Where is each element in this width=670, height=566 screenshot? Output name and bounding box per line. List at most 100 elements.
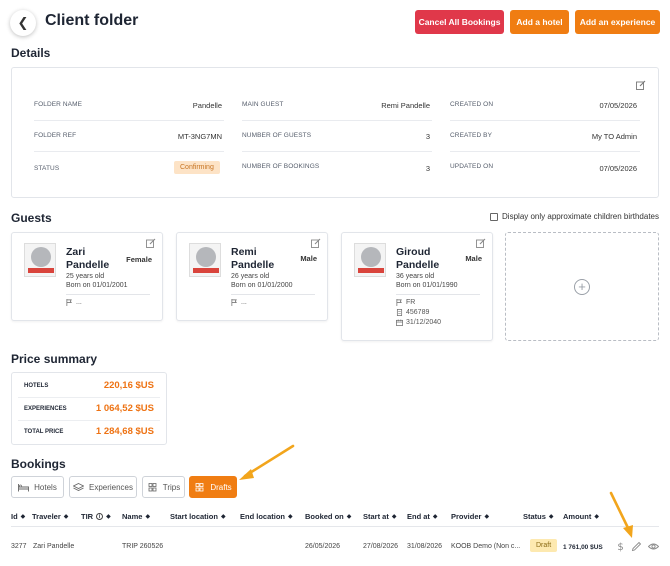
sort-icon[interactable]: ◆: [21, 513, 26, 520]
edit-details-icon[interactable]: [636, 80, 646, 90]
edit-guest-icon[interactable]: [476, 238, 486, 248]
price-summary-title: Price summary: [11, 352, 98, 366]
chevron-left-icon: ❮: [17, 15, 29, 30]
cell-amount: 1 761,00 $US: [563, 544, 603, 551]
cell-start-at: 27/08/2026: [363, 543, 399, 550]
sort-icon[interactable]: ◆: [106, 513, 111, 520]
svg-text:$: $: [617, 542, 623, 552]
divider: [66, 294, 150, 295]
guest-birthdate: Born on 01/01/2000: [231, 282, 293, 289]
sort-icon[interactable]: ◆: [221, 513, 226, 520]
sort-icon[interactable]: ◆: [145, 513, 150, 520]
grid-icon: [195, 482, 204, 491]
add-experience-button[interactable]: Add an experience: [575, 10, 660, 34]
bookings-section-title: Bookings: [11, 457, 66, 471]
cell-traveler: Zari Pandelle: [33, 543, 75, 550]
add-guest-button[interactable]: +: [505, 232, 659, 341]
column-header-start-at[interactable]: Start at ◆: [363, 512, 396, 521]
created-by-value: My TO Admin: [591, 132, 637, 141]
grid-icon: [148, 482, 157, 491]
sort-icon[interactable]: ◆: [549, 513, 554, 520]
guest-gender: Male: [465, 254, 482, 263]
checkbox-box[interactable]: [490, 212, 499, 221]
guest-birthdate: Born on 01/01/2001: [66, 282, 128, 289]
guest-age: 36 years old: [396, 273, 435, 280]
table-header-divider: [11, 526, 659, 527]
status-badge: Draft: [530, 539, 558, 552]
guest-card: Remi Pandelle Male 26 years old Born on 0…: [176, 232, 328, 321]
guest-nationality-row: ...: [231, 299, 247, 306]
column-header-traveler[interactable]: Traveler ◆: [32, 512, 68, 521]
edit-guest-icon[interactable]: [311, 238, 321, 248]
guest-avatar: [354, 243, 386, 277]
folder-ref-label: FOLDER REF: [34, 132, 77, 139]
guest-card: Zari Pandelle Female 25 years old Born on…: [11, 232, 163, 321]
column-header-id[interactable]: Id ◆: [11, 512, 25, 521]
guest-age: 26 years old: [231, 273, 270, 280]
dollar-icon[interactable]: $: [615, 541, 626, 552]
created-by-label: CREATED BY: [450, 132, 493, 139]
total-price-value: 1 284,68 $US: [95, 426, 154, 437]
edit-pencil-icon[interactable]: [631, 541, 642, 552]
status-label: STATUS: [34, 165, 60, 172]
cancel-all-bookings-button[interactable]: Cancel All Bookings: [415, 10, 504, 34]
add-hotel-button[interactable]: Add a hotel: [510, 10, 569, 34]
flag-icon: [231, 299, 237, 306]
main-guest-label: MAIN GUEST: [242, 101, 284, 108]
folder-name-label: FOLDER NAME: [34, 101, 83, 108]
updated-on-value: 07/05/2026: [599, 164, 637, 173]
cell-end-at: 31/08/2026: [407, 543, 443, 550]
sort-icon[interactable]: ◆: [392, 513, 397, 520]
guest-avatar: [189, 243, 221, 277]
tab-experiences[interactable]: Experiences: [69, 476, 137, 498]
guests-section-title: Guests: [11, 211, 52, 225]
sort-icon[interactable]: ◆: [594, 513, 599, 520]
column-header-status[interactable]: Status ◆: [523, 512, 554, 521]
page-header: ❮ Client folder Cancel All Bookings Add …: [10, 10, 660, 36]
column-header-start-location[interactable]: Start location ◆: [170, 512, 226, 521]
layers-icon: [72, 482, 84, 491]
sort-icon[interactable]: ◆: [484, 513, 489, 520]
tab-trips[interactable]: Trips: [142, 476, 185, 498]
cell-id: 3277: [11, 543, 27, 550]
divider: [34, 151, 224, 152]
divider: [34, 120, 224, 121]
bed-icon: [18, 483, 30, 491]
back-button[interactable]: ❮: [10, 10, 36, 36]
divider: [242, 120, 432, 121]
guest-gender: Female: [126, 255, 152, 264]
sort-icon[interactable]: ◆: [433, 513, 438, 520]
approx-birthdates-checkbox[interactable]: Display only approximate children birthd…: [490, 212, 659, 221]
guest-name: Remi Pandelle: [231, 246, 275, 271]
column-header-provider[interactable]: Provider ◆: [451, 512, 489, 521]
created-on-value: 07/05/2026: [599, 101, 637, 110]
sort-icon[interactable]: ◆: [347, 513, 352, 520]
calendar-icon: [396, 319, 403, 326]
sort-icon[interactable]: ◆: [288, 513, 293, 520]
column-header-end-location[interactable]: End location ◆: [240, 512, 293, 521]
updated-on-label: UPDATED ON: [450, 163, 494, 170]
column-header-end-at[interactable]: End at ◆: [407, 512, 438, 521]
experiences-price-label: EXPERIENCES: [24, 406, 67, 412]
column-header-tir[interactable]: TIR i ◆: [81, 512, 111, 521]
column-header-name[interactable]: Name ◆: [122, 512, 150, 521]
total-price-label: TOTAL PRICE: [24, 429, 64, 435]
number-of-bookings-value: 3: [425, 164, 430, 173]
sort-icon[interactable]: ◆: [64, 513, 69, 520]
document-icon: [396, 309, 403, 316]
info-icon[interactable]: i: [96, 513, 104, 520]
guest-birthdate: Born on 01/01/1990: [396, 282, 458, 289]
divider: [231, 294, 315, 295]
guest-name: Giroud Pandelle: [396, 246, 440, 271]
guest-passport-row: 456789: [396, 309, 429, 316]
eye-icon[interactable]: [648, 541, 659, 552]
tab-hotels[interactable]: Hotels: [11, 476, 64, 498]
guest-nationality-row: ...: [66, 299, 82, 306]
column-header-amount[interactable]: Amount ◆: [563, 512, 599, 521]
cell-booked-on: 26/05/2026: [305, 543, 341, 550]
checkbox-label: Display only approximate children birthd…: [502, 212, 659, 221]
hotels-price-value: 220,16 $US: [103, 380, 154, 391]
tab-drafts[interactable]: Drafts: [189, 476, 237, 498]
edit-guest-icon[interactable]: [146, 238, 156, 248]
column-header-booked-on[interactable]: Booked on ◆: [305, 512, 351, 521]
